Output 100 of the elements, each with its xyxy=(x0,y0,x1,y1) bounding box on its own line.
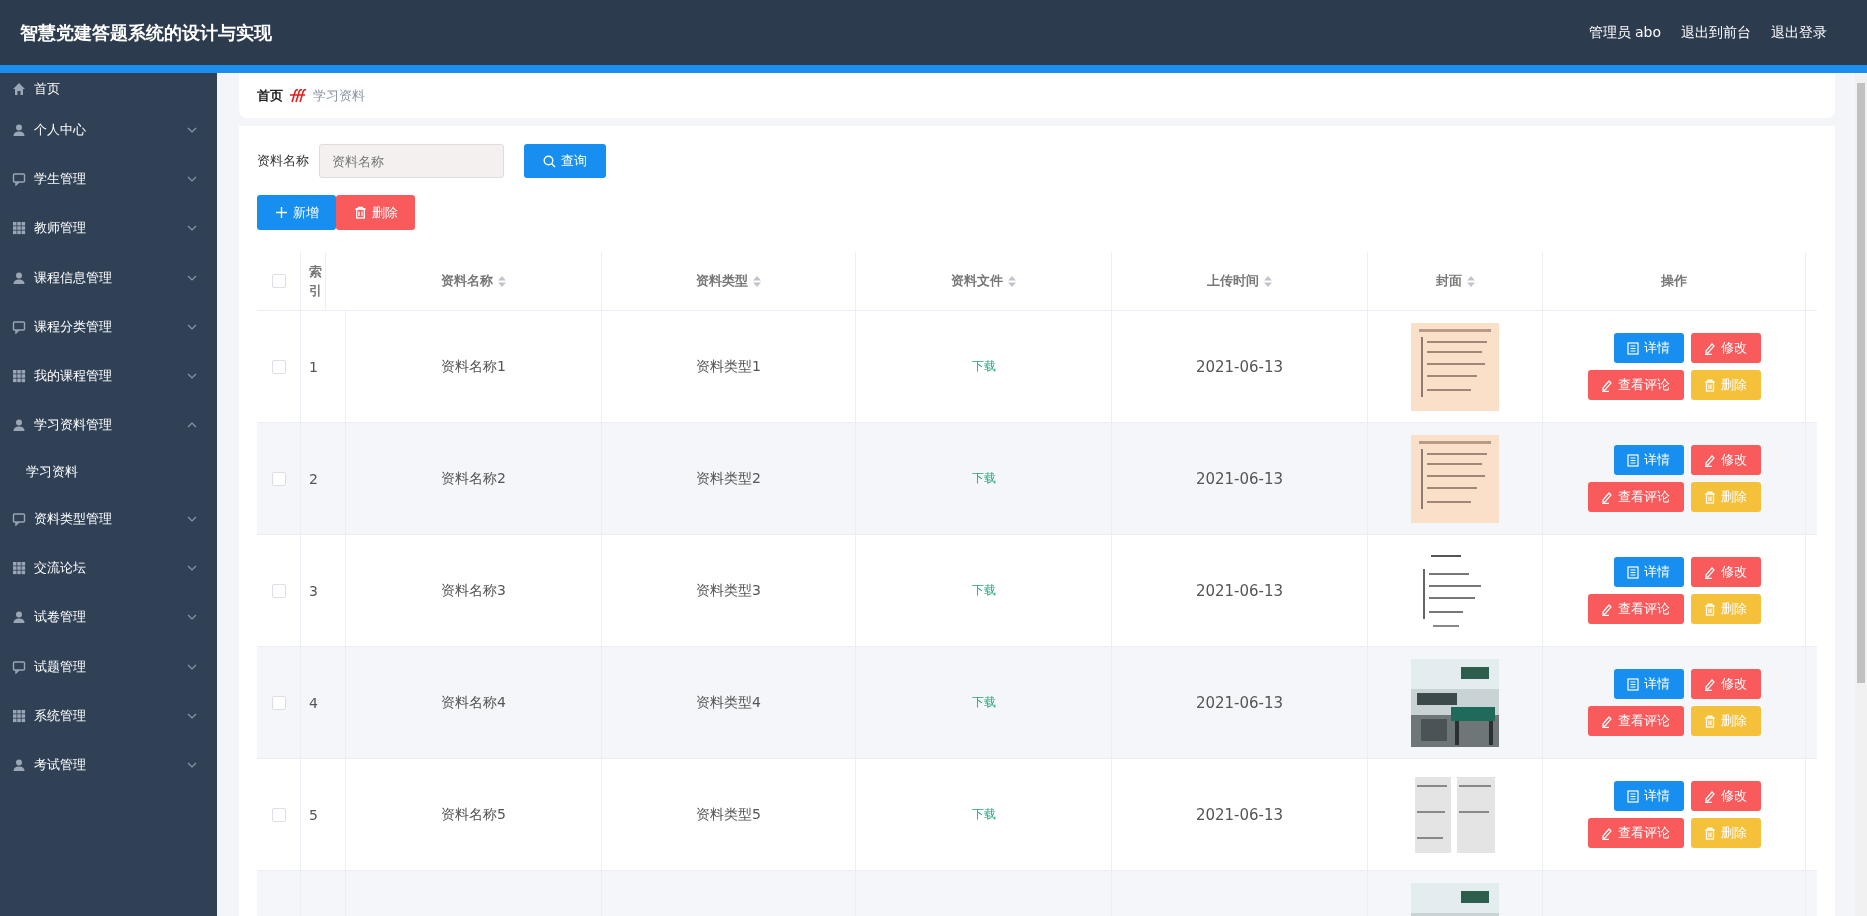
sidebar-item[interactable]: 课程分类管理 xyxy=(0,302,217,352)
comment-button[interactable]: 查看评论 xyxy=(1587,370,1684,400)
table-cell: 资料类型3 xyxy=(696,581,761,600)
sidebar-item[interactable]: 试题管理 xyxy=(0,641,217,692)
sort-icon[interactable] xyxy=(1466,275,1475,287)
menu-item-icon xyxy=(12,369,26,384)
delete-button[interactable]: 删除 xyxy=(336,195,415,230)
column-header[interactable]: 封面 xyxy=(1435,271,1462,291)
table-row[interactable]: 5 资料名称5 资料类型5 下载 2021-06-13 详情 修改 查看评论 删除 xyxy=(257,759,1817,871)
doc-icon xyxy=(1627,677,1639,691)
sidebar-item[interactable]: 教师管理 xyxy=(0,203,217,253)
table-cell: 资料名称1 xyxy=(441,357,506,376)
sidebar-item[interactable]: 我的课程管理 xyxy=(0,351,217,401)
comment-button[interactable]: 查看评论 xyxy=(1587,818,1684,848)
comment-button[interactable]: 查看评论 xyxy=(1587,482,1684,512)
search-field[interactable]: 资料名称 xyxy=(319,144,504,178)
table-cell: 2021-06-13 xyxy=(1195,469,1284,488)
trash-icon xyxy=(1704,714,1716,728)
download-link[interactable]: 下载 xyxy=(971,806,996,823)
row-checkbox[interactable] xyxy=(271,583,286,598)
download-link[interactable]: 下载 xyxy=(971,470,996,487)
edit-button[interactable]: 修改 xyxy=(1690,669,1761,699)
sidebar-item[interactable]: 系统管理 xyxy=(0,691,217,741)
table-cell: 2021-06-13 xyxy=(1195,805,1284,824)
table-cell: 2021-06-13 xyxy=(1195,357,1284,376)
sidebar-item[interactable]: 个人中心 xyxy=(0,105,217,155)
table-cell: 1 xyxy=(309,358,318,375)
menu-item-icon xyxy=(12,270,26,285)
column-header[interactable]: 资料文件 xyxy=(951,271,1003,291)
comment-button[interactable]: 查看评论 xyxy=(1587,706,1684,736)
sort-icon[interactable] xyxy=(1008,275,1016,287)
pencil-icon xyxy=(1601,826,1613,840)
row-checkbox[interactable] xyxy=(271,471,286,486)
home-icon xyxy=(12,82,26,96)
menu-item-icon xyxy=(12,610,26,625)
detail-button[interactable]: 详情 xyxy=(1613,333,1684,363)
column-header[interactable]: 索引 xyxy=(309,261,322,301)
sidebar-item[interactable]: 首页 xyxy=(0,73,217,105)
sidebar-item[interactable]: 资料类型管理 xyxy=(0,494,217,544)
table-row[interactable]: 3 资料名称3 资料类型3 下载 2021-06-13 详情 修改 查看评论 删除 xyxy=(257,535,1817,647)
comment-button[interactable]: 查看评论 xyxy=(1587,594,1684,624)
table-cell: 2021-06-13 xyxy=(1195,581,1284,600)
detail-button[interactable]: 详情 xyxy=(1613,669,1684,699)
pencil-icon xyxy=(1704,677,1716,691)
sidebar-item[interactable]: 试卷管理 xyxy=(0,592,217,642)
column-header[interactable]: 资料名称 xyxy=(441,271,493,291)
table-cell: 5 xyxy=(309,806,318,823)
sort-icon[interactable] xyxy=(753,275,761,287)
download-link[interactable]: 下载 xyxy=(971,358,996,375)
edit-button[interactable]: 修改 xyxy=(1690,781,1761,811)
menu-item-icon xyxy=(12,511,26,526)
header-link[interactable]: 退出登录 xyxy=(1771,23,1827,42)
table-cell: 资料名称4 xyxy=(441,693,506,712)
table-cell: 3 xyxy=(309,582,318,599)
edit-button[interactable]: 修改 xyxy=(1690,333,1761,363)
row-checkbox[interactable] xyxy=(271,695,286,710)
row-checkbox[interactable] xyxy=(271,359,286,374)
table-cell: 资料名称5 xyxy=(441,805,506,824)
sidebar-item[interactable]: 学生管理 xyxy=(0,154,217,204)
breadcrumb-link[interactable]: 首页 xyxy=(257,86,283,105)
doc-icon xyxy=(1627,789,1639,803)
sidebar-item[interactable]: 交流论坛 xyxy=(0,543,217,593)
detail-button[interactable]: 详情 xyxy=(1613,781,1684,811)
edit-button[interactable]: 修改 xyxy=(1690,557,1761,587)
row-checkbox[interactable] xyxy=(271,807,286,822)
table-cell: 资料类型1 xyxy=(696,357,761,376)
edit-button[interactable]: 修改 xyxy=(1690,445,1761,475)
column-header[interactable]: 上传时间 xyxy=(1207,271,1259,291)
sort-icon[interactable] xyxy=(498,275,506,287)
table-cell: 2021-06-13 xyxy=(1195,693,1284,712)
menu-item-icon xyxy=(12,171,26,186)
add-button[interactable]: 新增 xyxy=(257,195,336,230)
detail-button[interactable]: 详情 xyxy=(1613,557,1684,587)
sort-icon[interactable] xyxy=(1264,275,1272,287)
table-row[interactable]: 1 资料名称1 资料类型1 下载 2021-06-13 详情 修改 查看评论 删除 xyxy=(257,311,1817,423)
table-cell: 资料类型5 xyxy=(696,805,761,824)
column-header[interactable]: 资料类型 xyxy=(696,271,748,291)
detail-button[interactable]: 详情 xyxy=(1613,445,1684,475)
separator-icon xyxy=(289,88,307,103)
header-link[interactable]: 退出到前台 xyxy=(1681,23,1751,42)
sidebar-item[interactable]: 学习资料管理 xyxy=(0,400,217,451)
breadcrumb-link[interactable]: 学习资料 xyxy=(313,86,365,105)
pencil-icon xyxy=(1601,490,1613,504)
header-link[interactable]: 管理员 abo xyxy=(1588,23,1661,42)
sidebar-subitem[interactable]: 学习资料 xyxy=(0,450,217,495)
table-cell: 资料名称2 xyxy=(441,469,506,488)
download-link[interactable]: 下载 xyxy=(971,582,996,599)
menu-item-icon xyxy=(12,708,26,723)
trash-icon xyxy=(1704,602,1716,616)
table-row[interactable]: 4 资料名称4 资料类型4 下载 2021-06-13 详情 修改 查看评论 删除 xyxy=(257,647,1817,759)
column-header[interactable]: 操作 xyxy=(1661,271,1687,291)
search-button[interactable]: 查询 xyxy=(524,144,606,178)
menu-item-icon xyxy=(12,319,26,334)
pencil-icon xyxy=(1601,378,1613,392)
table-cell: 资料类型2 xyxy=(696,469,761,488)
select-all-checkbox[interactable] xyxy=(271,274,286,288)
sidebar-item[interactable]: 考试管理 xyxy=(0,740,217,790)
table-row[interactable]: 2 资料名称2 资料类型2 下载 2021-06-13 详情 修改 查看评论 删除 xyxy=(257,423,1817,535)
sidebar-item[interactable]: 课程信息管理 xyxy=(0,252,217,303)
download-link[interactable]: 下载 xyxy=(971,694,996,711)
